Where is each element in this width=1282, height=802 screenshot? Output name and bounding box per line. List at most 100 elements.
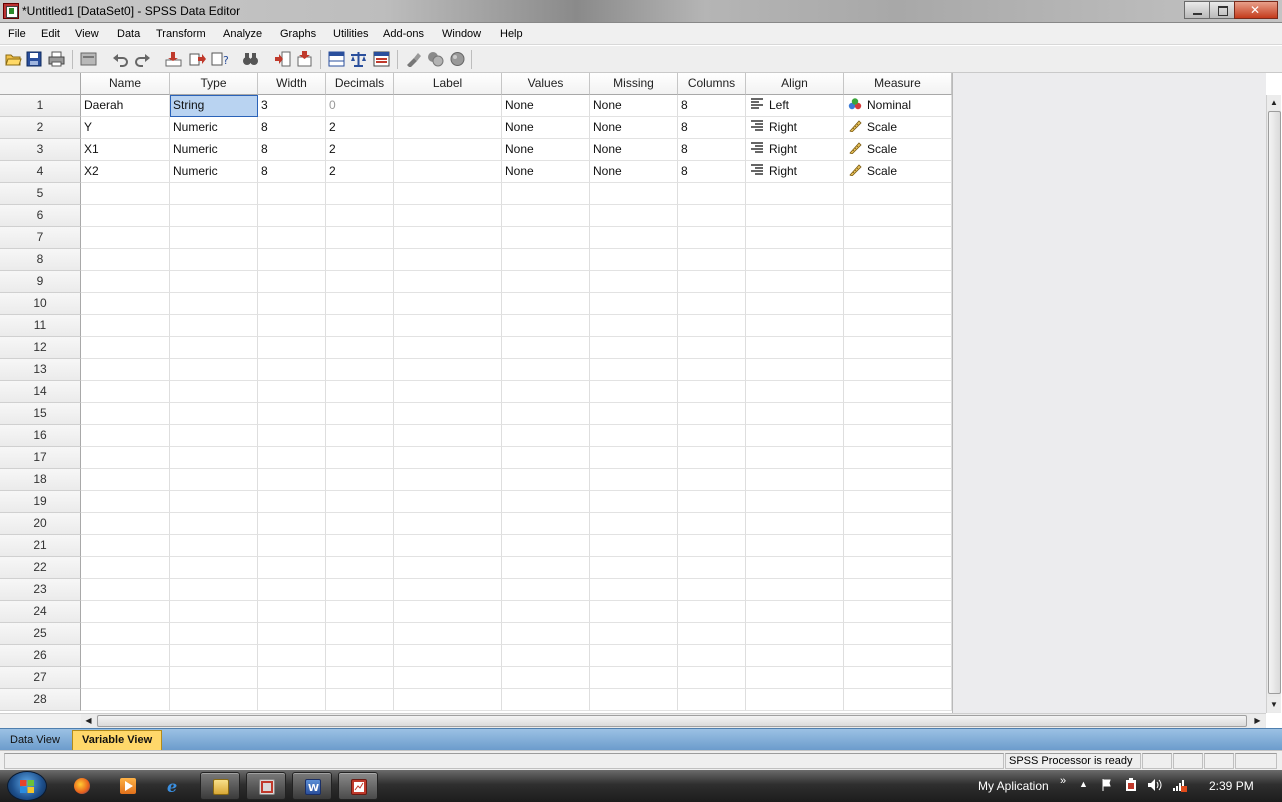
row-header[interactable]: 21 <box>0 535 81 557</box>
cell-measure[interactable]: Nominal <box>844 95 952 117</box>
scroll-left-icon[interactable]: ◀ <box>81 714 96 728</box>
empty-cell[interactable] <box>81 623 170 645</box>
empty-cell[interactable] <box>844 579 952 601</box>
empty-cell[interactable] <box>678 337 746 359</box>
row-header[interactable]: 9 <box>0 271 81 293</box>
empty-cell[interactable] <box>844 623 952 645</box>
empty-cell[interactable] <box>258 315 326 337</box>
empty-cell[interactable] <box>170 249 258 271</box>
empty-cell[interactable] <box>678 249 746 271</box>
empty-cell[interactable] <box>81 689 170 711</box>
cell-measure[interactable]: Scale <box>844 161 952 183</box>
cell-missing[interactable]: None <box>590 161 678 183</box>
cell-missing[interactable]: None <box>590 117 678 139</box>
network-signal-icon[interactable] <box>1172 777 1188 793</box>
empty-cell[interactable] <box>746 689 844 711</box>
empty-cell[interactable] <box>678 403 746 425</box>
scroll-up-icon[interactable]: ▲ <box>1267 95 1281 110</box>
empty-cell[interactable] <box>81 579 170 601</box>
scroll-down-icon[interactable]: ▼ <box>1267 697 1281 712</box>
empty-cell[interactable] <box>590 667 678 689</box>
empty-cell[interactable] <box>394 601 502 623</box>
system-clock[interactable]: 2:39 PM <box>1209 779 1254 793</box>
empty-cell[interactable] <box>746 513 844 535</box>
empty-cell[interactable] <box>746 579 844 601</box>
empty-cell[interactable] <box>326 403 394 425</box>
empty-cell[interactable] <box>746 271 844 293</box>
menu-help[interactable]: Help <box>500 28 523 40</box>
row-header[interactable]: 19 <box>0 491 81 513</box>
empty-cell[interactable] <box>258 579 326 601</box>
firefox-taskbar-button[interactable] <box>62 772 102 800</box>
row-header[interactable]: 13 <box>0 359 81 381</box>
empty-cell[interactable] <box>678 469 746 491</box>
empty-cell[interactable] <box>590 271 678 293</box>
action-center-flag-icon[interactable] <box>1101 778 1115 792</box>
redo-icon[interactable] <box>134 51 151 67</box>
cell-measure[interactable]: Scale <box>844 139 952 161</box>
cell-measure[interactable]: Scale <box>844 117 952 139</box>
empty-cell[interactable] <box>590 557 678 579</box>
empty-cell[interactable] <box>326 469 394 491</box>
cell-columns[interactable]: 8 <box>678 161 746 183</box>
empty-cell[interactable] <box>81 293 170 315</box>
empty-cell[interactable] <box>258 469 326 491</box>
empty-cell[interactable] <box>394 183 502 205</box>
empty-cell[interactable] <box>81 557 170 579</box>
empty-cell[interactable] <box>170 447 258 469</box>
empty-cell[interactable] <box>746 205 844 227</box>
binoculars-icon[interactable] <box>242 51 259 67</box>
row-header[interactable]: 24 <box>0 601 81 623</box>
empty-cell[interactable] <box>678 293 746 315</box>
spss-taskbar-button[interactable] <box>338 772 378 800</box>
empty-cell[interactable] <box>502 623 590 645</box>
empty-cell[interactable] <box>258 271 326 293</box>
empty-cell[interactable] <box>394 667 502 689</box>
empty-cell[interactable] <box>746 535 844 557</box>
cell-values[interactable]: None <box>502 117 590 139</box>
empty-cell[interactable] <box>258 689 326 711</box>
close-button[interactable] <box>1234 1 1278 19</box>
empty-cell[interactable] <box>590 689 678 711</box>
cell-align[interactable]: Right <box>746 161 844 183</box>
vertical-scroll-thumb[interactable] <box>1268 111 1281 694</box>
empty-cell[interactable] <box>844 337 952 359</box>
empty-cell[interactable] <box>394 293 502 315</box>
empty-cell[interactable] <box>844 293 952 315</box>
empty-cell[interactable] <box>81 205 170 227</box>
empty-cell[interactable] <box>81 667 170 689</box>
toolbar-chevron-icon[interactable]: » <box>1060 775 1066 787</box>
empty-cell[interactable] <box>258 183 326 205</box>
empty-cell[interactable] <box>81 403 170 425</box>
row-header[interactable]: 22 <box>0 557 81 579</box>
open-icon[interactable] <box>5 51 22 67</box>
empty-cell[interactable] <box>170 271 258 293</box>
column-header-type[interactable]: Type <box>170 73 258 95</box>
empty-cell[interactable] <box>394 447 502 469</box>
empty-cell[interactable] <box>844 381 952 403</box>
menu-view[interactable]: View <box>75 28 99 40</box>
empty-cell[interactable] <box>844 315 952 337</box>
empty-cell[interactable] <box>844 689 952 711</box>
column-header-decimals[interactable]: Decimals <box>326 73 394 95</box>
volume-icon[interactable] <box>1147 778 1163 792</box>
empty-cell[interactable] <box>326 623 394 645</box>
empty-cell[interactable] <box>590 293 678 315</box>
empty-cell[interactable] <box>502 337 590 359</box>
menu-transform[interactable]: Transform <box>156 28 206 40</box>
empty-cell[interactable] <box>590 601 678 623</box>
empty-cell[interactable] <box>844 249 952 271</box>
empty-cell[interactable] <box>394 359 502 381</box>
empty-cell[interactable] <box>81 535 170 557</box>
row-header[interactable]: 1 <box>0 95 81 117</box>
empty-cell[interactable] <box>678 667 746 689</box>
empty-cell[interactable] <box>81 513 170 535</box>
empty-cell[interactable] <box>258 359 326 381</box>
empty-cell[interactable] <box>502 447 590 469</box>
empty-cell[interactable] <box>258 491 326 513</box>
empty-cell[interactable] <box>170 469 258 491</box>
row-header[interactable]: 2 <box>0 117 81 139</box>
empty-cell[interactable] <box>746 381 844 403</box>
empty-cell[interactable] <box>170 645 258 667</box>
empty-cell[interactable] <box>326 425 394 447</box>
